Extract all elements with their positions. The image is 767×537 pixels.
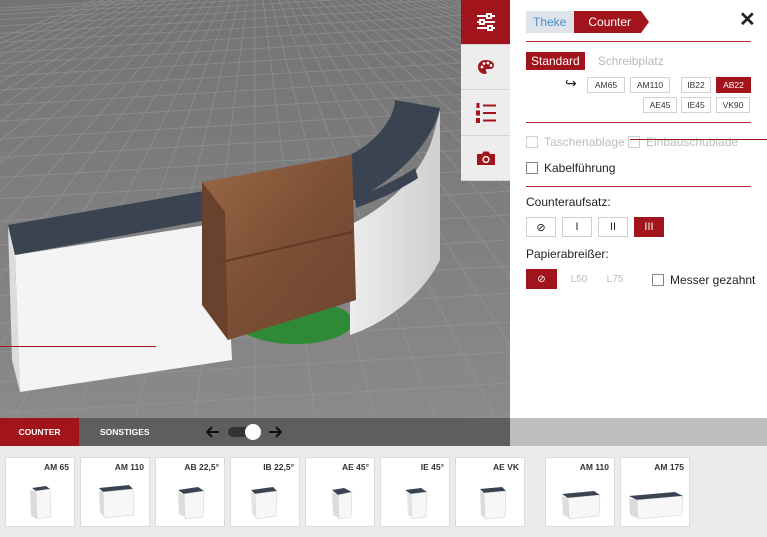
counteraufsatz-label: Counteraufsatz: <box>526 195 611 209</box>
catalog-item[interactable]: AB 22,5° <box>155 457 225 527</box>
catalog-item[interactable]: AM 110 <box>545 457 615 527</box>
variant-vk90-button[interactable]: VK90 <box>716 97 750 113</box>
mode-tabs: Standard Schreibplatz <box>526 52 669 70</box>
papierabreisser-label: Papierabreißer: <box>526 247 609 261</box>
kabelfuehrung-checkbox[interactable]: Kabelführung <box>526 161 615 175</box>
catalog-item[interactable]: AM 65 <box>5 457 75 527</box>
catalog-item[interactable]: IB 22,5° <box>230 457 300 527</box>
breadcrumb-theke[interactable]: Theke <box>526 11 583 33</box>
palette-icon <box>477 60 494 74</box>
aufsatz-1-button[interactable]: I <box>562 217 592 237</box>
camera-icon <box>476 151 495 165</box>
catalog-item[interactable]: AE 45° <box>305 457 375 527</box>
einbauschublade-checkbox[interactable]: Einbauschublade <box>628 135 738 149</box>
messer-gezahnt-label: Messer gezahnt <box>670 273 756 287</box>
module-thumbnail <box>99 485 135 519</box>
module-thumbnail <box>629 492 684 520</box>
checkbox-box <box>526 136 538 148</box>
papier-l50-button[interactable]: L50 <box>568 269 590 289</box>
module-thumbnail <box>405 488 428 520</box>
breadcrumb: Theke Counter <box>526 11 649 33</box>
config-panel: Theke Counter ✕ Standard Schreibplatz ↪ … <box>510 0 767 446</box>
return-arrow-icon: ↪ <box>565 75 577 91</box>
3d-viewport[interactable] <box>0 0 510 418</box>
checkbox-box <box>652 274 664 286</box>
numbered-list-icon <box>475 102 496 123</box>
tab-sonstiges[interactable]: SONSTIGES <box>100 418 150 446</box>
category-tab-strip: COUNTER SONSTIGES <box>0 418 510 446</box>
module-thumbnail <box>562 491 601 520</box>
configure-tool-button[interactable] <box>461 0 510 45</box>
papier-none-button[interactable]: ⊘ <box>526 269 557 289</box>
tab-schreibplatz[interactable]: Schreibplatz <box>593 52 669 70</box>
module-catalog: AM 65 AM 110 AB 22,5° IB 22,5° AE 45° IE… <box>0 446 767 537</box>
catalog-item[interactable]: AE VK <box>455 457 525 527</box>
einbauschublade-label: Einbauschublade <box>646 135 739 149</box>
module-thumbnail <box>178 487 205 520</box>
tab-counter[interactable]: COUNTER <box>0 418 79 446</box>
catalog-item[interactable]: IE 45° <box>380 457 450 527</box>
variant-am110-button[interactable]: AM110 <box>630 77 670 93</box>
aufsatz-none-button[interactable]: ⊘ <box>526 217 556 237</box>
scroll-toggle[interactable] <box>205 423 283 441</box>
variant-ab22-button[interactable]: AB22 <box>716 77 751 93</box>
breadcrumb-counter[interactable]: Counter <box>574 11 649 33</box>
kabelfuehrung-label: Kabelführung <box>544 161 616 175</box>
counter-3d-render <box>0 0 510 418</box>
aufsatz-3-button[interactable]: III <box>634 217 664 237</box>
aufsatz-2-button[interactable]: II <box>598 217 628 237</box>
variant-ie45-button[interactable]: IE45 <box>681 97 711 113</box>
papier-l75-button[interactable]: L75 <box>604 269 626 289</box>
scroll-indicator <box>630 139 767 140</box>
divider <box>526 41 751 42</box>
checkbox-box <box>628 136 640 148</box>
close-icon[interactable]: ✕ <box>739 10 756 30</box>
divider <box>526 186 751 187</box>
variant-am65-button[interactable]: AM65 <box>587 77 625 93</box>
sliders-icon <box>476 13 495 31</box>
module-thumbnail <box>251 487 278 520</box>
catalog-item[interactable]: AM 175 <box>620 457 690 527</box>
tab-standard[interactable]: Standard <box>526 52 585 70</box>
list-tool-button[interactable] <box>461 90 510 136</box>
checkbox-box <box>526 162 538 174</box>
catalog-item[interactable]: AM 110 <box>80 457 150 527</box>
variant-ae45-button[interactable]: AE45 <box>643 97 677 113</box>
color-tool-button[interactable] <box>461 45 510 90</box>
module-thumbnail <box>480 487 507 520</box>
side-toolbar <box>461 0 510 181</box>
taschenablage-checkbox[interactable]: Taschenablage <box>526 135 625 149</box>
divider <box>526 122 751 123</box>
taschenablage-label: Taschenablage <box>544 135 625 149</box>
scroll-indicator <box>0 346 156 347</box>
module-thumbnail <box>30 486 52 520</box>
tab-strip-filler <box>510 418 767 446</box>
messer-gezahnt-checkbox[interactable]: Messer gezahnt <box>652 273 755 287</box>
variant-ib22-button[interactable]: IB22 <box>681 77 711 93</box>
module-thumbnail <box>332 488 353 520</box>
screenshot-tool-button[interactable] <box>461 136 510 181</box>
